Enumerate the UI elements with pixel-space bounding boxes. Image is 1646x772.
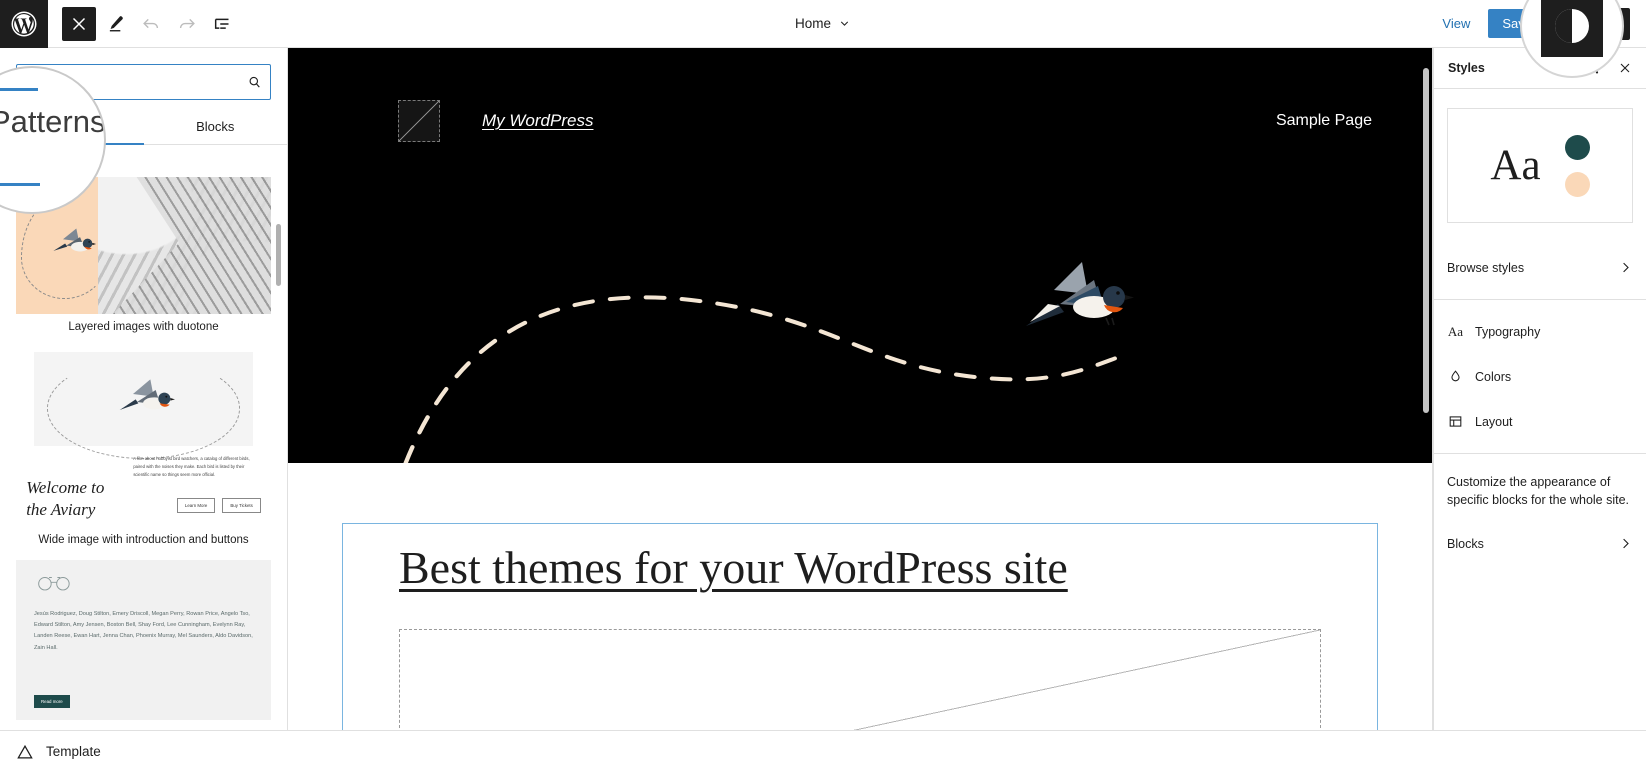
- swatch-secondary: [1564, 171, 1590, 197]
- list-view-icon: [214, 18, 229, 29]
- view-link[interactable]: View: [1434, 12, 1478, 35]
- browse-styles-row[interactable]: Browse styles: [1434, 245, 1646, 290]
- pattern-preview-wide-image: Welcome to the Aviary A film about hobbyi…: [16, 347, 271, 527]
- preview-buttons: Learn More Buy Tickets: [176, 497, 261, 513]
- more-vertical-icon: [1595, 62, 1599, 74]
- browse-styles-label: Browse styles: [1447, 260, 1525, 275]
- editor-status-bar: Template: [0, 730, 1646, 772]
- styles-item-blocks[interactable]: Blocks: [1434, 521, 1646, 566]
- bird-flight-path: [403, 295, 1119, 463]
- pattern-caption: Layered images with duotone: [68, 321, 219, 333]
- preview-paragraph: A film about hobbyist bird watchers, a c…: [133, 456, 250, 477]
- save-button[interactable]: Save: [1488, 9, 1546, 38]
- inserter-tabs: Patterns Blocks: [0, 108, 287, 145]
- style-preview-swatches: [1564, 134, 1590, 197]
- wordpress-logo-button[interactable]: [0, 0, 48, 48]
- preview-names: Jesús Rodriguez, Doug Stilton, Emery Dri…: [34, 611, 253, 651]
- post-featured-image-placeholder[interactable]: [399, 628, 1321, 730]
- tab-patterns[interactable]: Patterns: [0, 108, 144, 145]
- styles-panel-actions: [1584, 55, 1638, 81]
- binoculars-icon: [38, 576, 70, 591]
- canvas-scrollbar[interactable]: [1423, 68, 1429, 413]
- wordpress-logo-icon: [11, 11, 37, 36]
- redo-button[interactable]: [170, 7, 204, 41]
- styles-item-label: Typography: [1475, 324, 1541, 339]
- search-input[interactable]: [17, 74, 238, 90]
- editor-canvas[interactable]: My WordPress Sample Page Best themes for…: [288, 48, 1433, 730]
- editor-tools: [48, 6, 240, 41]
- preview-button-buy-tickets: Buy Tickets: [222, 497, 261, 513]
- bird-illustration-icon: [52, 228, 96, 252]
- close-editor-button[interactable]: [62, 6, 96, 41]
- styles-contrast-icon: [1607, 16, 1621, 31]
- style-preview-letters: Aa: [1490, 142, 1541, 189]
- pattern-caption: Wide image with introduction and buttons: [38, 534, 249, 546]
- inserter-search-wrap: [0, 48, 287, 108]
- site-editor-app: Home View Save Search Patterns Blocks Fe…: [0, 0, 1646, 772]
- post-title[interactable]: Best themes for your WordPress site: [399, 542, 1321, 595]
- pattern-preview-layered-images: [16, 177, 271, 314]
- tab-blocks[interactable]: Blocks: [144, 108, 288, 144]
- settings-sliders-icon: [1565, 16, 1579, 31]
- template-icon: [14, 741, 36, 763]
- chevron-right-icon: [1618, 260, 1633, 275]
- styles-sidebar: Styles Aa Browse styles Aa Typography Co…: [1433, 48, 1646, 730]
- styles-more-menu-button[interactable]: [1584, 55, 1610, 81]
- styles-item-layout[interactable]: Layout: [1434, 399, 1646, 444]
- top-bar-actions: View Save: [1434, 7, 1646, 40]
- droplet-icon: [1447, 368, 1464, 385]
- styles-item-typography[interactable]: Aa Typography: [1434, 309, 1646, 354]
- typography-icon: Aa: [1447, 323, 1464, 339]
- editor-body: Patterns Blocks Featured posts: [0, 48, 1646, 730]
- styles-close-button[interactable]: [1612, 55, 1638, 81]
- chevron-right-icon: [1618, 536, 1633, 551]
- pattern-item-layered-images[interactable]: Layered images with duotone: [16, 177, 271, 335]
- styles-description: Customize the appearance of specific blo…: [1447, 475, 1630, 508]
- redo-icon: [179, 18, 195, 28]
- pattern-item-wide-image[interactable]: Welcome to the Aviary A film about hobbyi…: [16, 347, 271, 548]
- pattern-list: Layered images with duotone Welcome to t…: [0, 177, 287, 730]
- styles-item-colors[interactable]: Colors: [1434, 354, 1646, 399]
- swatch-primary: [1564, 134, 1590, 160]
- list-view-button[interactable]: [206, 7, 240, 41]
- preview-heading: Welcome to the Aviary: [26, 478, 105, 519]
- search-submit-button[interactable]: [238, 74, 270, 91]
- close-icon: [1620, 63, 1630, 73]
- document-title-button[interactable]: Home: [795, 16, 851, 31]
- divider: [1434, 453, 1646, 454]
- divider: [1434, 299, 1646, 300]
- undo-icon: [143, 18, 159, 28]
- inserter-scrollbar[interactable]: [276, 224, 281, 286]
- pattern-item-names-list[interactable]: Jesús Rodriguez, Doug Stilton, Emery Dri…: [16, 560, 271, 720]
- preview-read-more-button: Read more: [34, 695, 70, 708]
- block-inserter-panel: Patterns Blocks Featured posts: [0, 48, 288, 730]
- chevron-down-icon: [840, 21, 849, 26]
- styles-button[interactable]: [1598, 7, 1630, 40]
- settings-button[interactable]: [1556, 8, 1588, 40]
- editor-top-bar: Home View Save: [0, 0, 1646, 48]
- pattern-preview-names-list: Jesús Rodriguez, Doug Stilton, Emery Dri…: [16, 560, 271, 720]
- pencil-icon: [109, 15, 123, 31]
- style-preview-card[interactable]: Aa: [1447, 108, 1633, 223]
- site-hero-block[interactable]: My WordPress Sample Page: [288, 48, 1432, 463]
- styles-panel-title: Styles: [1448, 61, 1485, 75]
- styles-blocks-label: Blocks: [1447, 536, 1484, 551]
- edit-mode-button[interactable]: [98, 7, 132, 41]
- bird-illustration-icon: [1026, 261, 1135, 326]
- undo-button[interactable]: [134, 7, 168, 41]
- pattern-category-featured-posts[interactable]: Featured posts: [0, 145, 287, 177]
- close-icon: [72, 17, 86, 30]
- document-title: Home: [794, 16, 832, 31]
- search-icon: [249, 76, 260, 88]
- styles-item-label: Colors: [1475, 369, 1512, 384]
- status-bar-label: Template: [46, 744, 101, 759]
- layout-icon: [1447, 413, 1464, 430]
- bird-illustration-icon: [119, 379, 175, 410]
- styles-panel-header: Styles: [1434, 48, 1646, 89]
- styles-item-label: Layout: [1475, 414, 1513, 429]
- preview-button-learn-more: Learn More: [176, 497, 216, 513]
- post-content-block[interactable]: Best themes for your WordPress site: [342, 523, 1378, 730]
- search-box[interactable]: [16, 64, 271, 100]
